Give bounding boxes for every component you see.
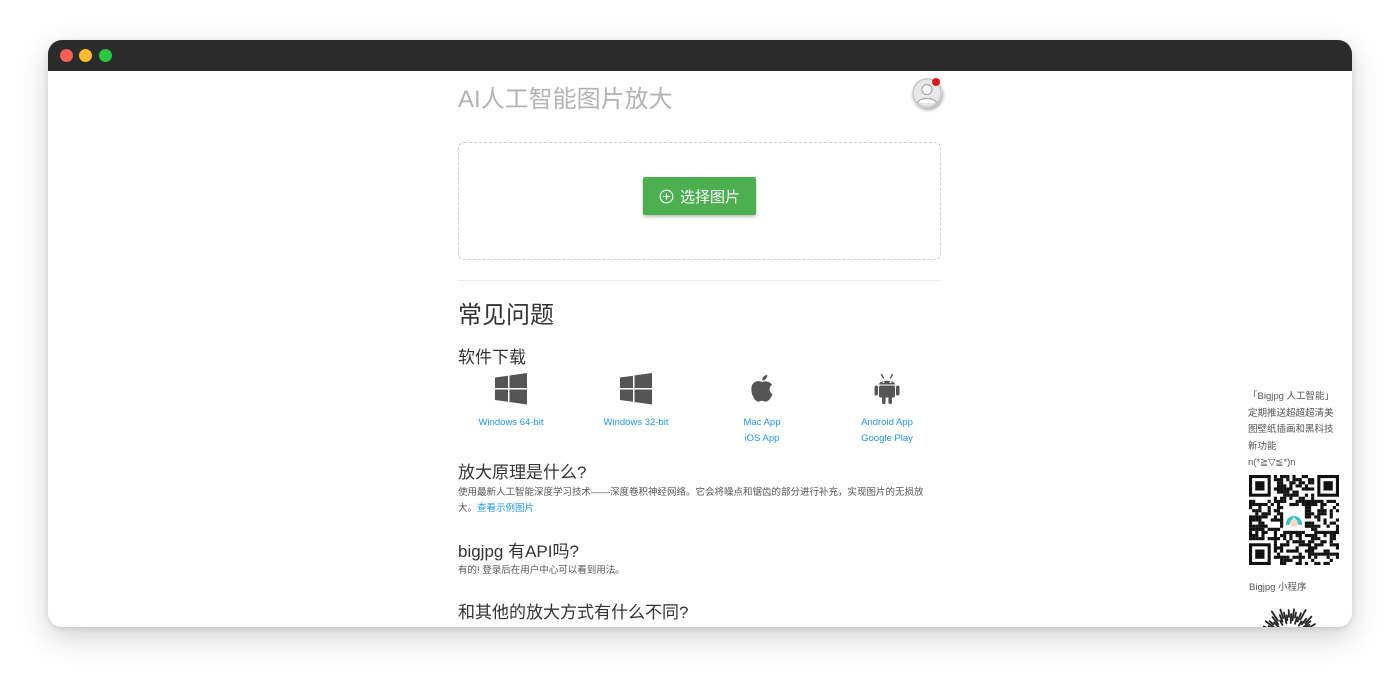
ios-app-link[interactable]: iOS App <box>707 431 817 447</box>
windows-icon <box>495 373 527 405</box>
download-apple: Mac App iOS App <box>707 373 817 447</box>
upload-dropzone[interactable]: 选择图片 <box>458 142 941 260</box>
select-image-button[interactable]: 选择图片 <box>643 177 756 215</box>
view-examples-link[interactable]: 查看示例图片 <box>477 503 534 514</box>
mac-app-link[interactable]: Mac App <box>707 415 817 431</box>
add-circle-icon <box>659 189 674 203</box>
principle-heading: 放大原理是什么? <box>458 463 587 482</box>
api-heading: bigjpg 有API吗? <box>458 542 579 561</box>
minimize-window-button[interactable] <box>79 49 92 62</box>
section-divider <box>458 280 941 281</box>
android-icon <box>874 373 900 404</box>
page-title: AI人工智能图片放大 <box>458 86 673 113</box>
windows-64-link[interactable]: Windows 64-bit <box>456 415 566 431</box>
download-windows-32: Windows 32-bit <box>581 373 691 431</box>
download-heading: 软件下载 <box>458 348 526 367</box>
select-image-label: 选择图片 <box>679 188 740 206</box>
promo-line: 图壁纸插画和黑科技 <box>1248 424 1334 435</box>
android-app-link[interactable]: Android App <box>832 415 942 431</box>
promo-line: n(*≧▽≦*)n <box>1248 457 1296 468</box>
principle-text: 使用最新人工智能深度学习技术——深度卷积神经网络。它会将噪点和锯齿的部分进行补充… <box>458 485 941 517</box>
promo-line: 定期推送超超超清美 <box>1248 407 1334 419</box>
google-play-link[interactable]: Google Play <box>832 431 942 447</box>
difference-heading: 和其他的放大方式有什么不同? <box>458 603 689 622</box>
api-text: 有的! 登录后在用户中心可以看到用法。 <box>458 565 625 576</box>
browser-window: AI人工智能图片放大 选择图片 常见问题 软件下载 Windows 64-bit… <box>48 40 1352 627</box>
promo-line: 「Bigjpg 人工智能」 <box>1248 391 1335 402</box>
download-windows-64: Windows 64-bit <box>456 373 566 431</box>
window-titlebar <box>48 40 1352 71</box>
page-content: AI人工智能图片放大 选择图片 常见问题 软件下载 Windows 64-bit… <box>48 71 1352 627</box>
windows-32-link[interactable]: Windows 32-bit <box>581 415 691 431</box>
miniprogram-code <box>1262 608 1316 627</box>
maximize-window-button[interactable] <box>99 49 112 62</box>
download-android: Android App Google Play <box>832 373 942 447</box>
miniprogram-label: Bigjpg 小程序 <box>1249 582 1307 593</box>
windows-icon <box>620 373 652 405</box>
apple-icon <box>751 374 773 402</box>
promo-sidebar: 「Bigjpg 人工智能」 定期推送超超超清美 图壁纸插画和黑科技 新功能 n(… <box>1248 389 1348 472</box>
faq-title: 常见问题 <box>458 302 554 329</box>
close-window-button[interactable] <box>60 49 73 62</box>
wechat-qr-code <box>1249 475 1339 565</box>
promo-line: 新功能 <box>1248 440 1277 452</box>
notification-badge <box>932 78 940 86</box>
